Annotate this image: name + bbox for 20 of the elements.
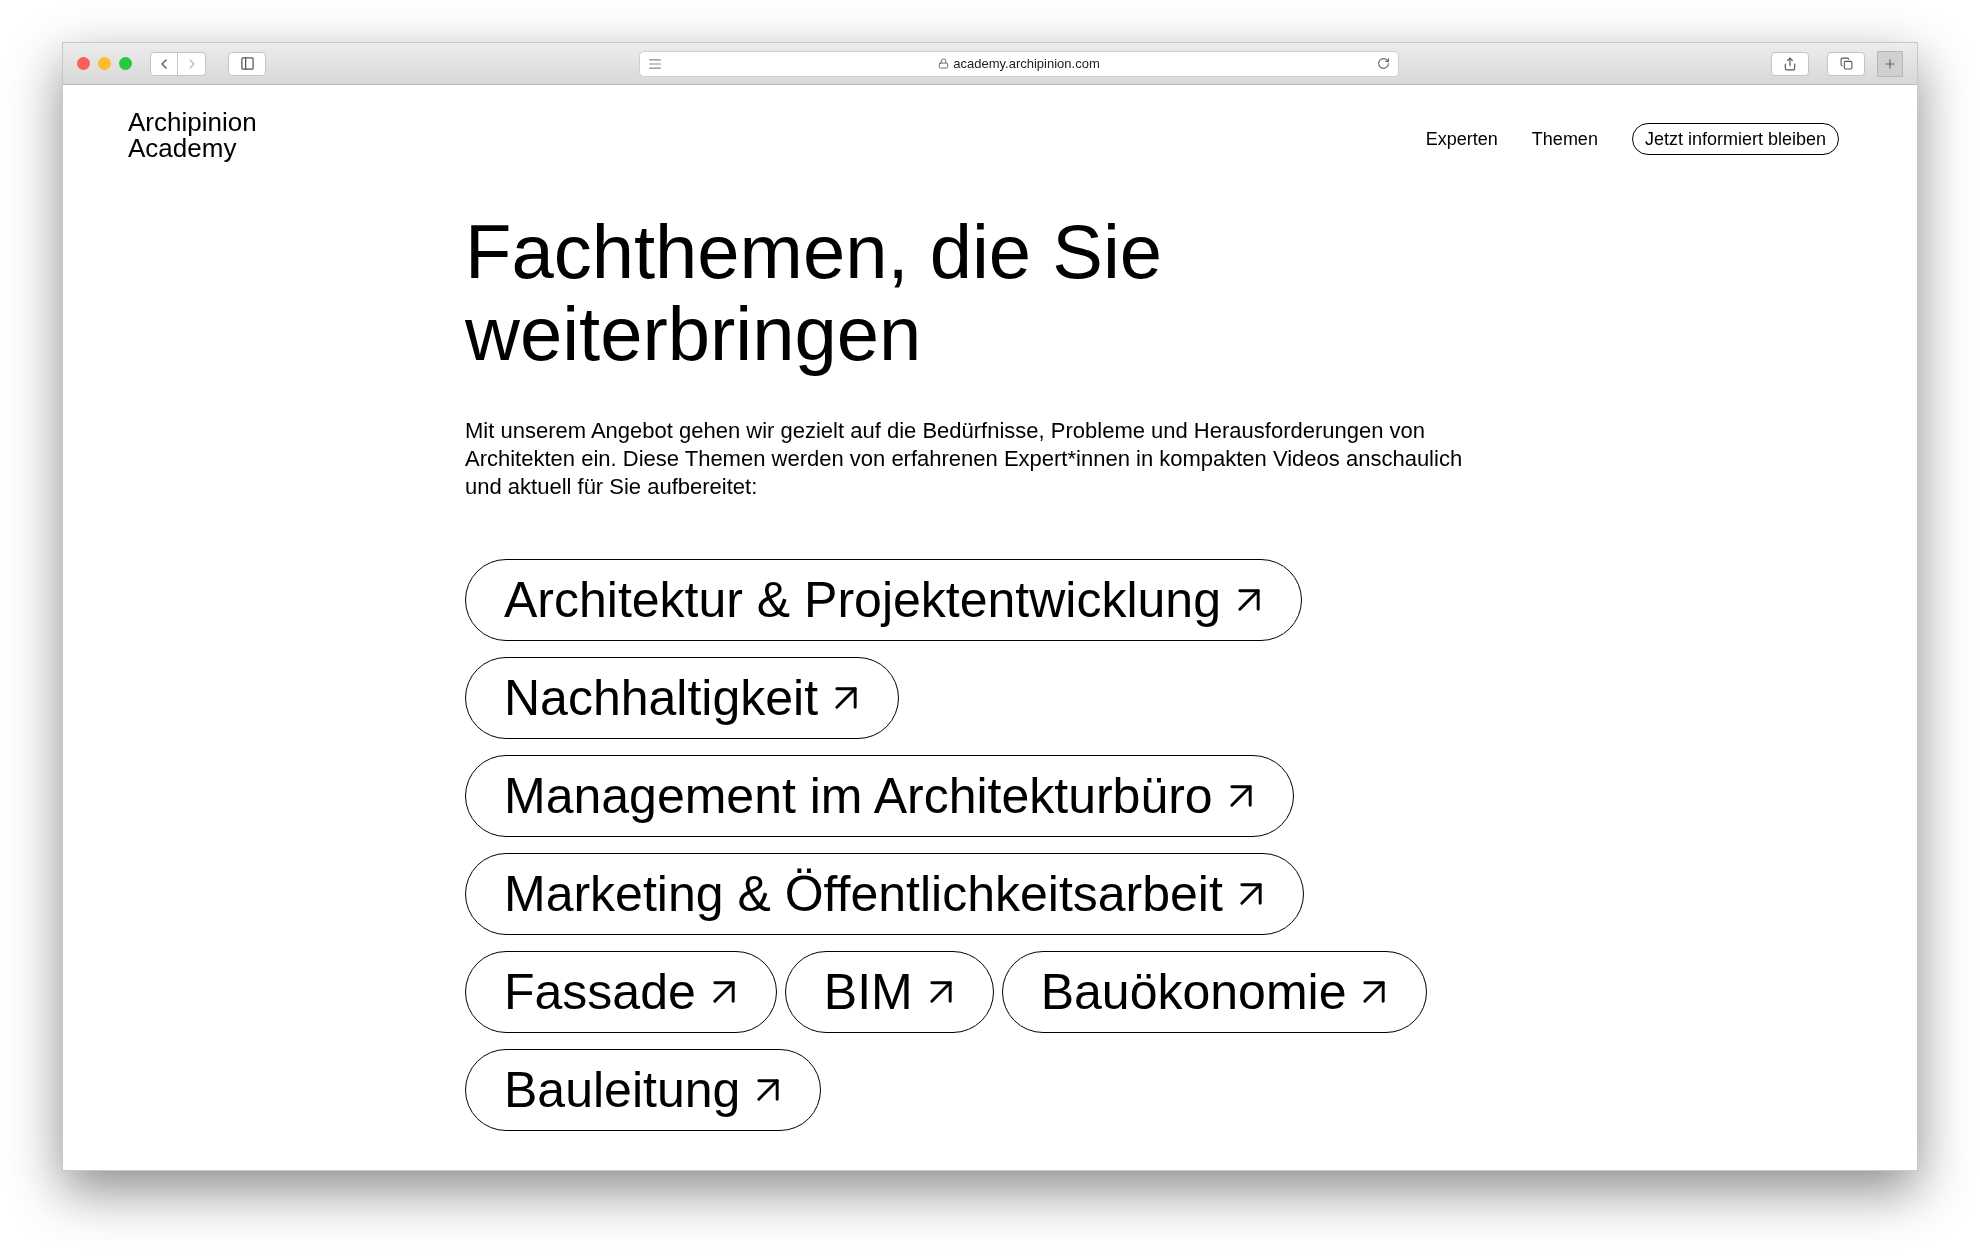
plus-icon bbox=[1883, 56, 1897, 71]
share-button[interactable] bbox=[1771, 51, 1809, 76]
tabs-icon bbox=[1839, 57, 1853, 70]
address-bar[interactable]: academy.archipinion.com bbox=[638, 50, 1399, 77]
sidebar-icon bbox=[239, 56, 255, 71]
lock-icon bbox=[938, 58, 950, 69]
reader-icon[interactable] bbox=[647, 56, 662, 71]
new-tab-button[interactable] bbox=[1877, 50, 1903, 77]
forward-button[interactable] bbox=[178, 51, 206, 76]
nav-link[interactable]: Themen bbox=[1531, 125, 1598, 153]
site-logo[interactable]: Archipinion Academy bbox=[128, 109, 257, 161]
url-text: academy.archipinion.com bbox=[953, 54, 1100, 73]
nav-link[interactable]: Experten bbox=[1425, 125, 1498, 153]
back-button[interactable] bbox=[150, 51, 178, 76]
reload-icon[interactable] bbox=[1376, 57, 1390, 70]
intro-paragraph: Mit unserem Angebot gehen wir gezielt auf die Bedürfnisse, Probleme und Herausforderungen von Architekten ein. Diese Themen werden von erfahrenen Expert*innen in kompakten Videos anschaulich und aktuell für Sie aufbereitet: bbox=[465, 417, 1464, 501]
sidebar-button[interactable] bbox=[228, 51, 266, 76]
page-heading: Fachthemen, die Sie weiterbringen bbox=[465, 211, 1164, 375]
share-icon bbox=[1783, 56, 1797, 71]
tabs-button[interactable] bbox=[1827, 51, 1865, 76]
